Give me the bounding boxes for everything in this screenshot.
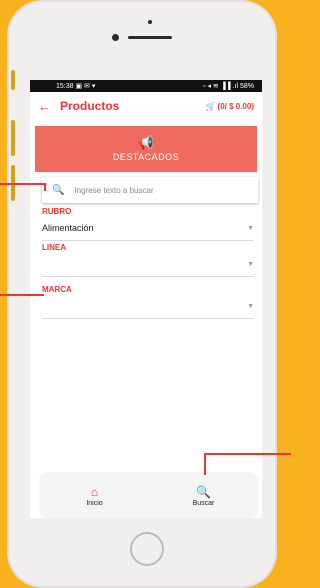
marca-label: MARCA — [42, 285, 72, 294]
back-arrow-icon[interactable]: ← — [38, 99, 60, 114]
chevron-down-icon: ▼ — [247, 302, 254, 310]
callout-line — [204, 453, 291, 455]
home-icon: ⌂ — [90, 484, 99, 499]
home-button[interactable] — [130, 532, 164, 566]
battery-level: 58% — [239, 83, 254, 90]
nav-label: Inicio — [86, 499, 103, 507]
camera-icon — [112, 34, 119, 41]
nav-item-inicio[interactable]: ⌂ Inicio — [40, 474, 149, 518]
callout-line — [204, 453, 206, 475]
callout-line — [44, 183, 46, 191]
nav-label: Buscar — [192, 499, 215, 507]
cart-icon: 🛒 — [205, 101, 216, 111]
search-input[interactable]: 🔍 Ingrese texto a buscar — [42, 177, 258, 203]
megaphone-icon: 📢 — [137, 135, 155, 150]
rubro-select[interactable]: RUBRO Alimentación ▼ — [42, 207, 254, 241]
featured-banner-button[interactable]: 📢 DESTACADOS — [35, 126, 257, 172]
rubro-label: RUBRO — [42, 207, 72, 216]
speaker-grille — [128, 36, 172, 39]
callout-line — [0, 183, 46, 185]
status-right-icons: ▫ ◂ ≋ ▐▐ .ıl — [203, 83, 239, 90]
page-title: Productos — [60, 99, 120, 113]
cart-summary: (0/ $ 0.00) — [217, 101, 254, 111]
chevron-down-icon: ▼ — [247, 260, 254, 268]
rubro-value: Alimentación — [42, 223, 94, 233]
nav-item-buscar[interactable]: 🔍 Buscar — [149, 474, 258, 518]
app-bar: ← Productos 🛒 (0/ $ 0.00) — [30, 92, 262, 120]
featured-label: DESTACADOS — [112, 152, 180, 162]
callout-line — [0, 294, 44, 296]
status-bar: 15:38 ▣ ✉ ▾ ▫ ◂ ≋ ▐▐ .ıl 58% — [30, 80, 262, 92]
side-button — [11, 70, 15, 90]
status-left-icons: ▣ ✉ ▾ — [75, 83, 96, 90]
search-placeholder: Ingrese texto a buscar — [74, 185, 154, 195]
chevron-down-icon: ▼ — [247, 224, 254, 232]
bottom-navigation: ⌂ Inicio 🔍 Buscar — [40, 474, 258, 518]
cart-button[interactable]: 🛒 (0/ $ 0.00) — [206, 102, 254, 111]
marca-select[interactable]: MARCA ▼ — [42, 285, 254, 319]
status-time: 15:38 — [56, 83, 74, 90]
linea-select[interactable]: LINEA ▼ — [42, 243, 254, 277]
linea-label: LINEA — [42, 243, 66, 252]
side-button — [11, 120, 15, 156]
search-icon: 🔍 — [52, 184, 65, 196]
search-icon: 🔍 — [196, 484, 211, 499]
sensor-icon — [148, 20, 152, 24]
